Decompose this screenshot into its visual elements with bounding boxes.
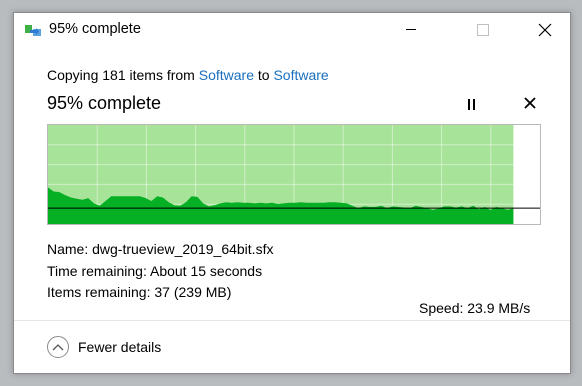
detail-items-row: Items remaining: 37 (239 MB) [47, 284, 231, 300]
speed-graph: Speed: 23.9 MB/s [47, 124, 541, 316]
copy-arrow-icon [25, 25, 41, 36]
items-label: Items remaining: [47, 284, 151, 300]
summary-prefix: Copying 181 items from [47, 67, 199, 83]
maximize-button[interactable] [460, 13, 506, 46]
speed-graph-canvas [48, 125, 540, 224]
speed-label: Speed: 23.9 MB/s [419, 300, 531, 316]
pause-icon-bar-left [467, 98, 470, 110]
name-label: Name: [47, 241, 89, 257]
summary-middle: to [253, 67, 274, 83]
progress-heading: 95% complete [47, 93, 162, 113]
footer-divider [14, 320, 570, 321]
pause-button[interactable] [464, 97, 478, 111]
time-value: About 15 seconds [149, 263, 263, 279]
window-title: 95% complete [49, 21, 141, 37]
fewer-details-label: Fewer details [78, 339, 162, 355]
chevron-up-icon [47, 336, 69, 358]
time-label: Time remaining: [47, 263, 147, 279]
close-icon [538, 23, 552, 36]
detail-time-row: Time remaining: About 15 seconds [47, 263, 262, 279]
close-window-button[interactable] [522, 13, 568, 46]
maximize-icon [477, 23, 489, 36]
cancel-copy-button[interactable] [522, 95, 538, 111]
items-value: 37 (239 MB) [154, 284, 232, 300]
pause-icon-bar-right [472, 98, 475, 110]
minimize-icon [406, 29, 416, 30]
destination-folder-link[interactable]: Software [273, 67, 328, 83]
copy-summary: Copying 181 items from Software to Softw… [47, 67, 329, 83]
detail-name-row: Name: dwg-trueview_2019_64bit.sfx [47, 241, 273, 257]
fewer-details-button[interactable]: Fewer details [47, 335, 161, 359]
minimize-button[interactable] [388, 13, 434, 46]
title-bar: 95% complete [14, 13, 570, 47]
name-value: dwg-trueview_2019_64bit.sfx [92, 241, 274, 257]
copy-progress-dialog: 95% complete Copying 181 items from Soft… [13, 12, 571, 374]
source-folder-link[interactable]: Software [199, 67, 254, 83]
